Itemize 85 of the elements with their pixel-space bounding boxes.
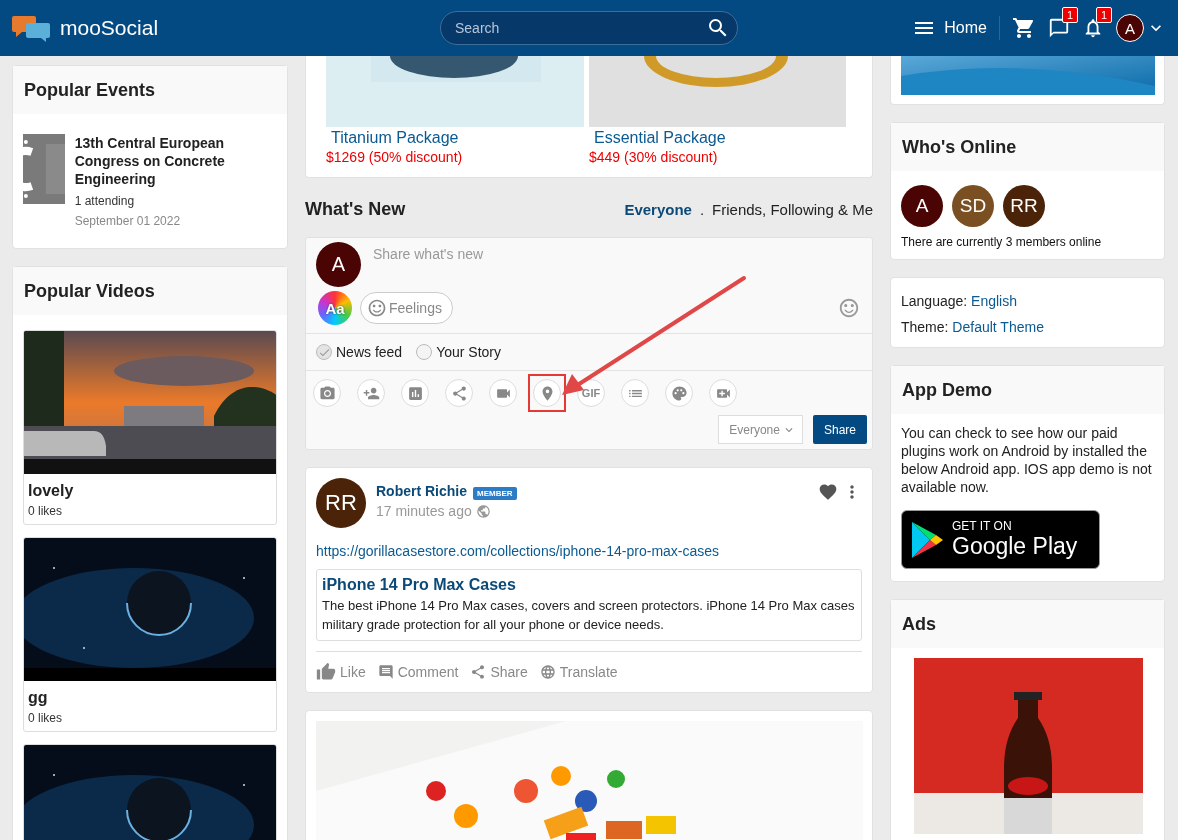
event-title[interactable]: 13th Central European Congress on Concrete Engineering	[74, 134, 277, 188]
notification-count: 1	[1095, 7, 1112, 23]
google-play-button[interactable]: GET IT ON Google Play	[901, 510, 1100, 569]
post-target-option[interactable]: News feed	[316, 344, 403, 360]
search-field[interactable]: Search	[440, 11, 738, 45]
attending-count: 1 attending	[74, 194, 136, 208]
feelings-button[interactable]: Feelings	[360, 292, 453, 324]
comment-icon	[377, 664, 394, 680]
add-person-button[interactable]	[357, 379, 385, 407]
share-icon	[470, 664, 487, 680]
author-avatar[interactable]: RR	[316, 478, 366, 528]
post-action[interactable]: Translate	[539, 662, 618, 682]
role-badge: MEMBER	[473, 487, 517, 500]
radio-button[interactable]	[316, 344, 332, 360]
setting-link[interactable]: English	[971, 293, 1017, 309]
card-title: Ads	[891, 600, 1164, 648]
share-button[interactable]	[445, 379, 473, 407]
separator-dot: .	[699, 200, 705, 218]
status-field[interactable]: Share what's new	[371, 242, 862, 266]
store-name: Google Play	[952, 533, 1078, 560]
logo-text: mooSocial	[60, 16, 159, 40]
emoji-icon[interactable]	[838, 297, 860, 319]
user-avatar: A	[316, 242, 361, 287]
home-link[interactable]: Home	[912, 16, 1000, 40]
feed-filter[interactable]: Everyone	[624, 200, 692, 218]
event-date: September 01 2022	[74, 214, 182, 228]
video-title: gg	[27, 688, 49, 708]
setting-label: Language:	[901, 293, 968, 309]
user-avatar[interactable]: A	[1116, 14, 1144, 42]
play-logo-icon	[910, 520, 944, 559]
member-avatar[interactable]: RR	[1003, 185, 1045, 227]
video-camera-button[interactable]	[489, 379, 517, 407]
package-name[interactable]: Titanium Package	[326, 129, 584, 147]
thumbs-up-icon	[316, 662, 336, 682]
heart-icon[interactable]	[818, 482, 838, 502]
preview-description: The best iPhone 14 Pro Max cases, covers and screen protectors. iPhone 14 Pro Max cases military grade protection for all your phone or device needs.	[322, 597, 856, 634]
online-summary: There are currently 3 members online	[901, 235, 1103, 249]
bar-chart-icon	[406, 384, 424, 402]
card-title: App Demo	[891, 366, 1164, 414]
video-card[interactable]: gg 0 likes	[23, 537, 277, 732]
globe-icon	[475, 503, 491, 519]
like-count: 0 likes	[27, 710, 63, 727]
smiley-icon	[367, 298, 387, 318]
setting-link[interactable]: Default Theme	[952, 319, 1044, 335]
author-name[interactable]: Robert Richie	[376, 483, 467, 499]
radio-button[interactable]	[416, 344, 433, 360]
message-count: 1	[1061, 7, 1078, 23]
palette-button[interactable]	[665, 379, 693, 407]
app-demo-text: You can check to see how our paid plugins work on Android by installed the below Android app. IOS app demo is not available now.	[901, 424, 1153, 496]
post-action[interactable]: Comment	[377, 662, 459, 682]
section-title: What's New	[305, 199, 406, 220]
camera-button[interactable]	[313, 379, 341, 407]
share-button[interactable]: Share	[812, 415, 867, 444]
list-button[interactable]	[621, 379, 649, 407]
setting-label: Theme:	[901, 319, 949, 335]
video-plus-button[interactable]	[709, 379, 737, 407]
post-action[interactable]: Share	[470, 662, 528, 682]
member-avatar[interactable]: A	[901, 185, 943, 227]
globe-icon	[539, 664, 556, 680]
bar-chart-button[interactable]	[401, 379, 429, 407]
package-price: $1269 (50% discount)	[326, 149, 464, 165]
chat-icon[interactable]	[1048, 17, 1070, 39]
card-title: Who's Online	[891, 123, 1164, 171]
like-count: 0 likes	[27, 503, 63, 520]
chat-bubbles-logo-icon	[12, 14, 50, 42]
video-title: lovely	[27, 481, 75, 501]
member-avatar[interactable]: SD	[952, 185, 994, 227]
camera-icon	[318, 384, 336, 402]
privacy-select[interactable]: Everyone	[718, 415, 803, 444]
feed-filter[interactable]: Friends, Following & Me	[712, 200, 873, 218]
video-card[interactable]: lovely 0 likes	[23, 330, 277, 525]
post-time: 17 minutes ago	[376, 503, 472, 519]
post-link[interactable]: https://gorillacasestore.com/collections/iphone-14-pro-max-cases	[316, 543, 862, 559]
post-action[interactable]: Like	[316, 662, 366, 682]
cart-icon[interactable]	[1012, 16, 1036, 40]
link-preview[interactable]: iPhone 14 Pro Max Cases The best iPhone 14 Pro Max cases, covers and screen protectors. iPhone 14 Pro Max cases military grade protection for all your phone or device needs.	[316, 569, 862, 641]
package-price: $449 (30% discount)	[589, 149, 719, 165]
badge-caption: GET IT ON	[952, 519, 1013, 533]
post-target-option[interactable]: Your Story	[416, 344, 501, 360]
palette-icon	[670, 384, 688, 402]
card-title: Popular Videos	[13, 267, 287, 315]
share-icon	[450, 384, 468, 402]
preview-title: iPhone 14 Pro Max Cases	[322, 576, 517, 594]
package-name[interactable]: Essential Package	[589, 129, 847, 147]
card-title: Popular Events	[13, 66, 287, 114]
